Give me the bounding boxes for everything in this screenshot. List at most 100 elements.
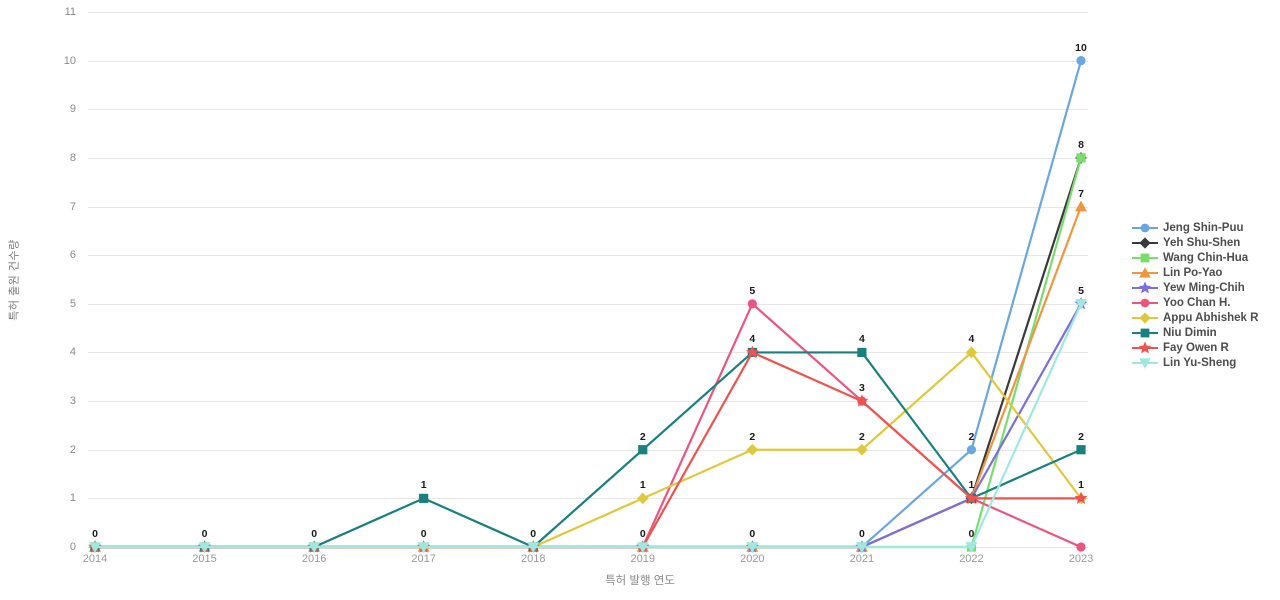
data-point (1076, 542, 1086, 552)
legend-label: Lin Po-Yao (1163, 266, 1223, 279)
legend-marker-icon (1132, 235, 1158, 250)
series-line (93, 302, 1083, 549)
series-lin-yu-sheng (89, 299, 1087, 553)
data-point (636, 492, 649, 505)
legend-label: Wang Chin-Hua (1163, 251, 1249, 264)
data-point-label: 5 (1078, 284, 1084, 297)
legend-marker-icon (1132, 295, 1158, 310)
data-point (857, 347, 867, 358)
legend-item-yew-ming-chih[interactable]: Yew Ming-Chih (1132, 280, 1280, 295)
data-point (966, 445, 977, 455)
x-tick-label: 2017 (411, 553, 436, 565)
data-point-label: 1 (1078, 479, 1084, 492)
data-point-label: 4 (858, 333, 865, 346)
legend-item-niu-dimin[interactable]: Niu Dimin (1132, 325, 1280, 340)
legend-item-appu-abhishek-r[interactable]: Appu Abhishek R (1132, 310, 1280, 325)
data-point (1075, 200, 1087, 212)
legend-item-lin-yu-sheng[interactable]: Lin Yu-Sheng (1132, 355, 1280, 370)
legend-marker-icon (1132, 265, 1158, 280)
x-tick-label: 2020 (740, 553, 765, 565)
y-axis-title: 특허 출원 건수량 (2, 0, 26, 560)
x-tick-label: 2016 (301, 553, 327, 565)
data-point-label: 10 (1075, 41, 1087, 54)
y-tick-label: 8 (69, 151, 76, 164)
legend: Jeng Shin-Puu Yeh Shu-Shen Wang Chin-Hua Li… (1132, 220, 1280, 370)
y-tick-label: 1 (69, 492, 76, 505)
plot-area: 0 1 2 3 4 5 6 7 8 9 10 11 2014 2015 2016 2017 2018 2019 2… (64, 6, 1093, 565)
series-appu-abhishek-r (89, 346, 1087, 553)
legend-marker-icon (1132, 310, 1158, 325)
series-line (93, 156, 1083, 549)
series-niu-dimin (90, 347, 1086, 552)
legend-label: Appu Abhishek R (1163, 311, 1259, 324)
data-point-label: 0 (311, 528, 318, 540)
legend-item-wang-chin-hua[interactable]: Wang Chin-Hua (1132, 250, 1280, 265)
x-tick-label: 2015 (192, 553, 217, 565)
y-tick-label: 10 (63, 54, 76, 67)
legend-label: Niu Dimin (1163, 326, 1217, 339)
data-point-label: 0 (420, 528, 427, 540)
series-line (93, 351, 1083, 549)
data-point-label: 1 (420, 479, 427, 492)
data-point-label: 0 (749, 528, 756, 540)
data-point-label: 8 (1078, 138, 1084, 151)
legend-item-jeng-shin-puu[interactable]: Jeng Shin-Puu (1132, 220, 1280, 235)
data-point-label: 0 (639, 528, 646, 540)
series-yew-ming-chih (88, 297, 1088, 553)
legend-marker-icon (1132, 355, 1158, 370)
legend-marker-icon (1132, 280, 1158, 295)
legend-item-lin-po-yao[interactable]: Lin Po-Yao (1132, 265, 1280, 280)
y-tick-label: 5 (69, 297, 76, 310)
series-line (93, 156, 1083, 549)
data-point-label: 0 (858, 528, 865, 540)
series-line (93, 205, 1083, 549)
legend-marker-icon (1132, 325, 1158, 340)
series-line (93, 302, 1083, 549)
data-point (638, 445, 648, 455)
data-point-label: 2 (749, 430, 756, 443)
x-tick-label: 2019 (630, 553, 655, 565)
legend-label: Fay Owen R (1163, 341, 1229, 354)
legend-label: Yew Ming-Chih (1163, 281, 1245, 294)
data-point-label: 1 (968, 479, 975, 492)
y-tick-label: 3 (69, 395, 76, 408)
legend-marker-icon (1132, 340, 1158, 355)
x-tick-label: 2022 (959, 553, 984, 565)
legend-label: Lin Yu-Sheng (1163, 356, 1237, 369)
data-point (746, 443, 759, 456)
series-line (93, 351, 1083, 549)
legend-label: Yoo Chan H. (1163, 296, 1231, 309)
legend-item-yoo-chan-h[interactable]: Yoo Chan H. (1132, 295, 1280, 310)
x-tick-label: 2021 (849, 553, 875, 565)
x-tick-label: 2018 (520, 553, 546, 565)
series-line (93, 59, 1083, 549)
data-point-label: 0 (92, 528, 98, 540)
data-point (1076, 153, 1086, 163)
legend-item-yeh-shu-shen[interactable]: Yeh Shu-Shen (1132, 235, 1280, 250)
data-point-label: 0 (968, 528, 975, 540)
y-tick-label: 9 (69, 103, 76, 116)
data-point-label: 4 (968, 333, 975, 346)
line-chart: 특허 출원 건수량 0 1 2 3 4 5 6 7 8 9 10 11 2014 2015 2016 201… (0, 0, 1280, 600)
legend-marker-icon (1132, 250, 1158, 265)
data-point-label: 2 (639, 430, 646, 443)
data-point-label: 1 (639, 479, 646, 492)
data-point-label: 2 (1078, 430, 1084, 443)
y-tick-label: 7 (69, 200, 76, 213)
data-point-label: 0 (201, 528, 208, 540)
data-point-label: 0 (530, 528, 537, 540)
data-point (1076, 445, 1086, 455)
series-line (93, 302, 1083, 549)
y-tick-label: 0 (69, 541, 76, 553)
y-tick-label: 4 (69, 346, 76, 359)
x-axis-title-text: 특허 발행 연도 (605, 575, 675, 587)
y-tick-label: 11 (64, 6, 76, 18)
data-point-label: 5 (749, 284, 756, 297)
y-tick-label: 6 (69, 249, 76, 262)
data-point (747, 299, 757, 309)
series-yeh-shu-shen (89, 152, 1087, 553)
series-fay-owen-r (88, 345, 1088, 553)
y-tick-label: 2 (69, 443, 76, 456)
legend-item-fay-owen-r[interactable]: Fay Owen R (1132, 340, 1280, 355)
x-axis-title: 특허 발행 연도 (0, 572, 1280, 588)
